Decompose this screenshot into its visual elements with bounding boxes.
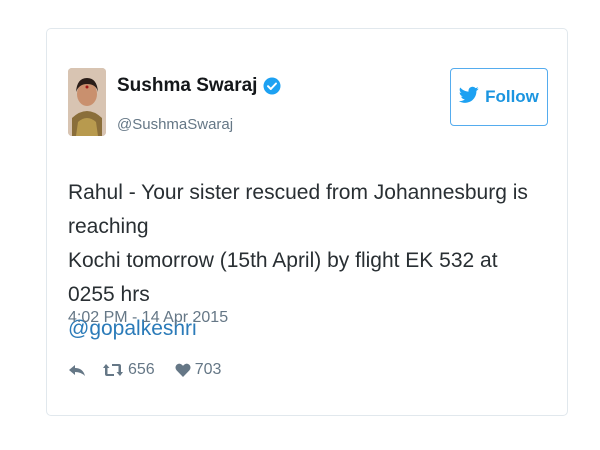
retweet-button[interactable]: 656 <box>102 361 155 379</box>
twitter-bird-icon <box>458 86 479 109</box>
retweet-count: 656 <box>128 361 155 378</box>
follow-button[interactable]: Follow <box>450 68 548 126</box>
retweet-icon <box>102 362 124 378</box>
heart-icon <box>175 362 191 378</box>
reply-button[interactable] <box>68 362 86 378</box>
tweet-text-line-2: Kochi tomorrow (15th April) by flight EK… <box>68 249 498 306</box>
author-name[interactable]: Sushma Swaraj <box>117 75 257 97</box>
author-name-row[interactable]: Sushma Swaraj <box>117 75 281 97</box>
author-handle[interactable]: @SushmaSwaraj <box>117 116 233 133</box>
verified-badge-icon <box>263 77 281 95</box>
avatar[interactable] <box>68 68 106 136</box>
like-button[interactable]: 703 <box>175 361 222 379</box>
tweet-card: Sushma Swaraj @SushmaSwaraj Follow Rahul… <box>46 28 568 416</box>
reply-icon <box>68 362 86 378</box>
follow-label: Follow <box>485 87 539 106</box>
tweet-timestamp[interactable]: 4:02 PM - 14 Apr 2015 <box>68 309 228 327</box>
like-count: 703 <box>194 361 222 378</box>
tweet-actions: 656 703 <box>68 361 221 379</box>
tweet-text-line-1: Rahul - Your sister rescued from Johanne… <box>68 181 528 238</box>
